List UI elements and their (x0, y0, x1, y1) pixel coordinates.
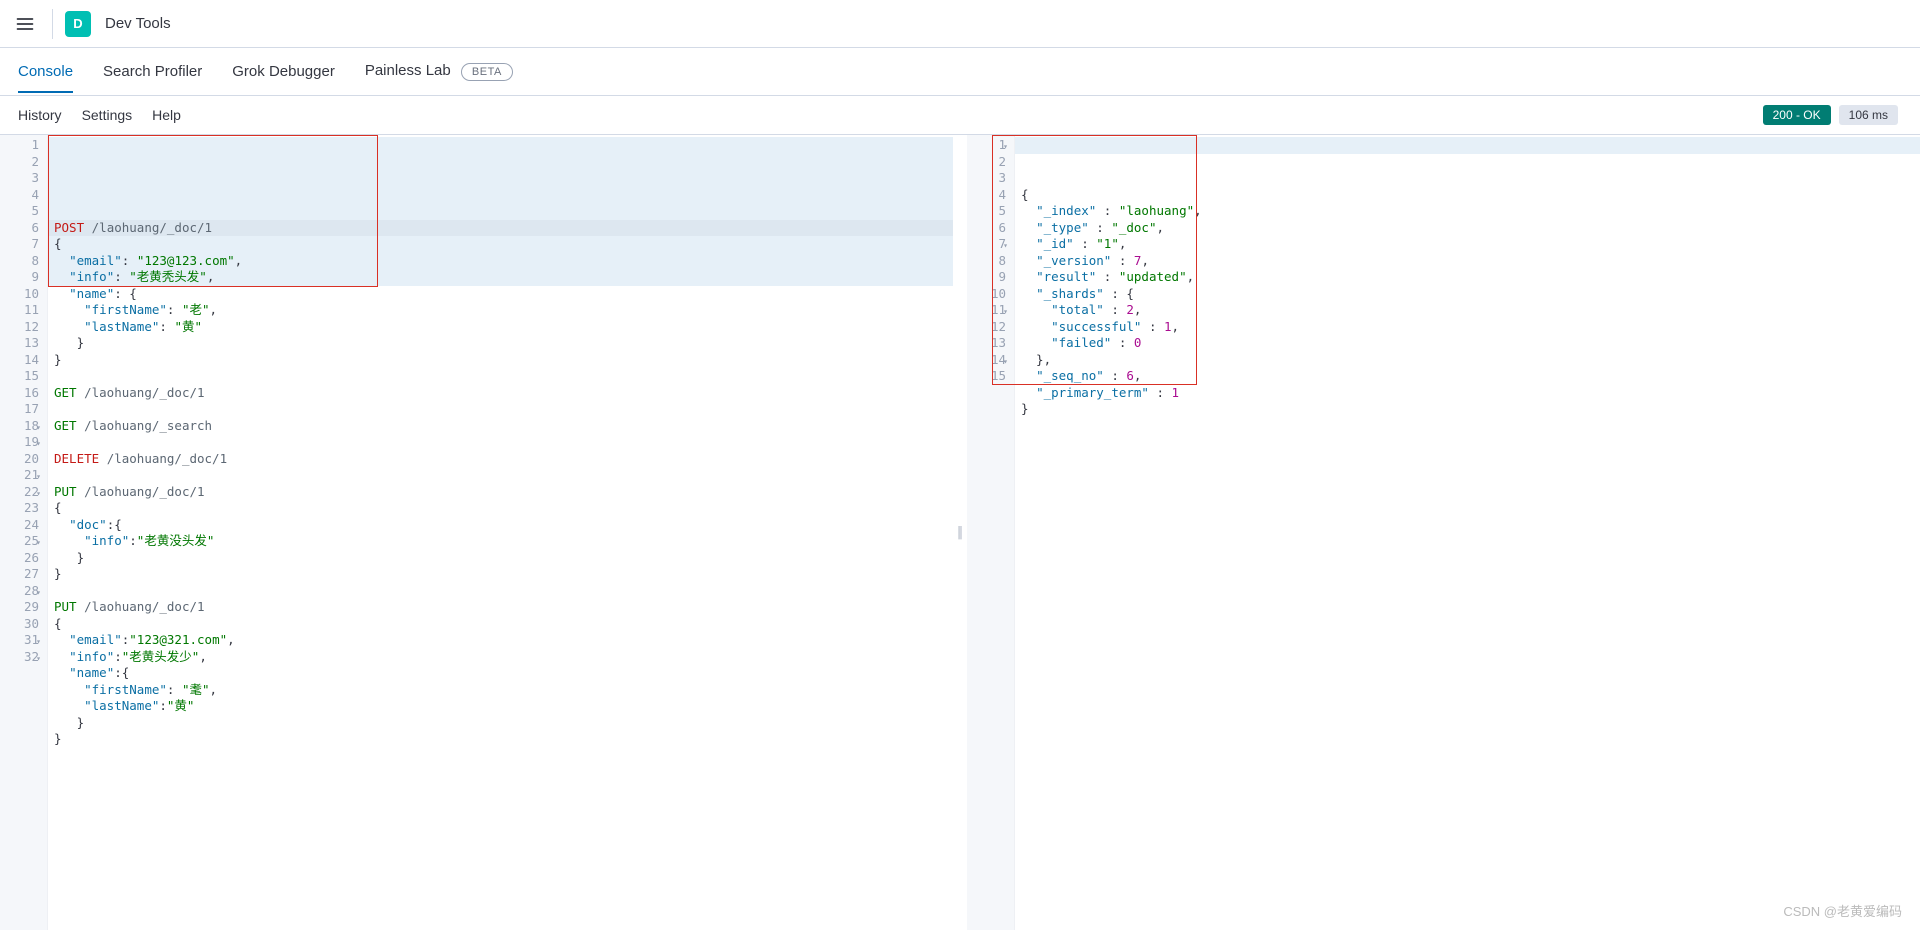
request-editor[interactable]: POST /laohuang/_doc/1{ "email": "123@123… (48, 135, 953, 930)
response-line-highlight (1015, 137, 1920, 154)
app-logo[interactable]: D (65, 11, 91, 37)
hamburger-icon (15, 14, 35, 34)
subnav-help[interactable]: Help (152, 107, 181, 123)
watermark: CSDN @老黄爱编码 (1783, 901, 1902, 920)
beta-badge: BETA (461, 63, 513, 81)
tabs-bar: Console Search Profiler Grok Debugger Pa… (0, 48, 1920, 96)
sub-nav: History Settings Help 200 - OK 106 ms (0, 96, 1920, 134)
status-area: 200 - OK 106 ms (1763, 105, 1898, 125)
request-options-button[interactable] (915, 137, 933, 155)
subnav-settings[interactable]: Settings (82, 107, 133, 123)
run-request-button[interactable] (889, 137, 907, 155)
top-bar: D Dev Tools (0, 0, 1920, 48)
timing-badge: 106 ms (1839, 105, 1898, 125)
request-actions (889, 137, 933, 155)
tab-painless-lab[interactable]: Painless Lab BETA (365, 50, 513, 93)
tab-grok-debugger[interactable]: Grok Debugger (232, 51, 335, 92)
response-pane: 123456789101112131415 { "_index" : "laoh… (967, 135, 1920, 930)
response-viewer[interactable]: { "_index" : "laohuang", "_type" : "_doc… (1015, 135, 1920, 930)
tab-painless-label: Painless Lab (365, 62, 451, 79)
subnav-history[interactable]: History (18, 107, 62, 123)
tab-console[interactable]: Console (18, 51, 73, 92)
response-gutter: 123456789101112131415 (967, 135, 1015, 930)
request-pane: 1234567891011121314151617181920212223242… (0, 135, 953, 930)
menu-toggle-button[interactable] (10, 9, 40, 39)
pane-splitter[interactable]: ║ (953, 135, 967, 930)
request-gutter: 1234567891011121314151617181920212223242… (0, 135, 48, 930)
work-area: 1234567891011121314151617181920212223242… (0, 134, 1920, 930)
breadcrumb[interactable]: Dev Tools (105, 15, 171, 32)
tab-search-profiler[interactable]: Search Profiler (103, 51, 202, 92)
divider (52, 9, 53, 39)
status-badge: 200 - OK (1763, 105, 1831, 125)
